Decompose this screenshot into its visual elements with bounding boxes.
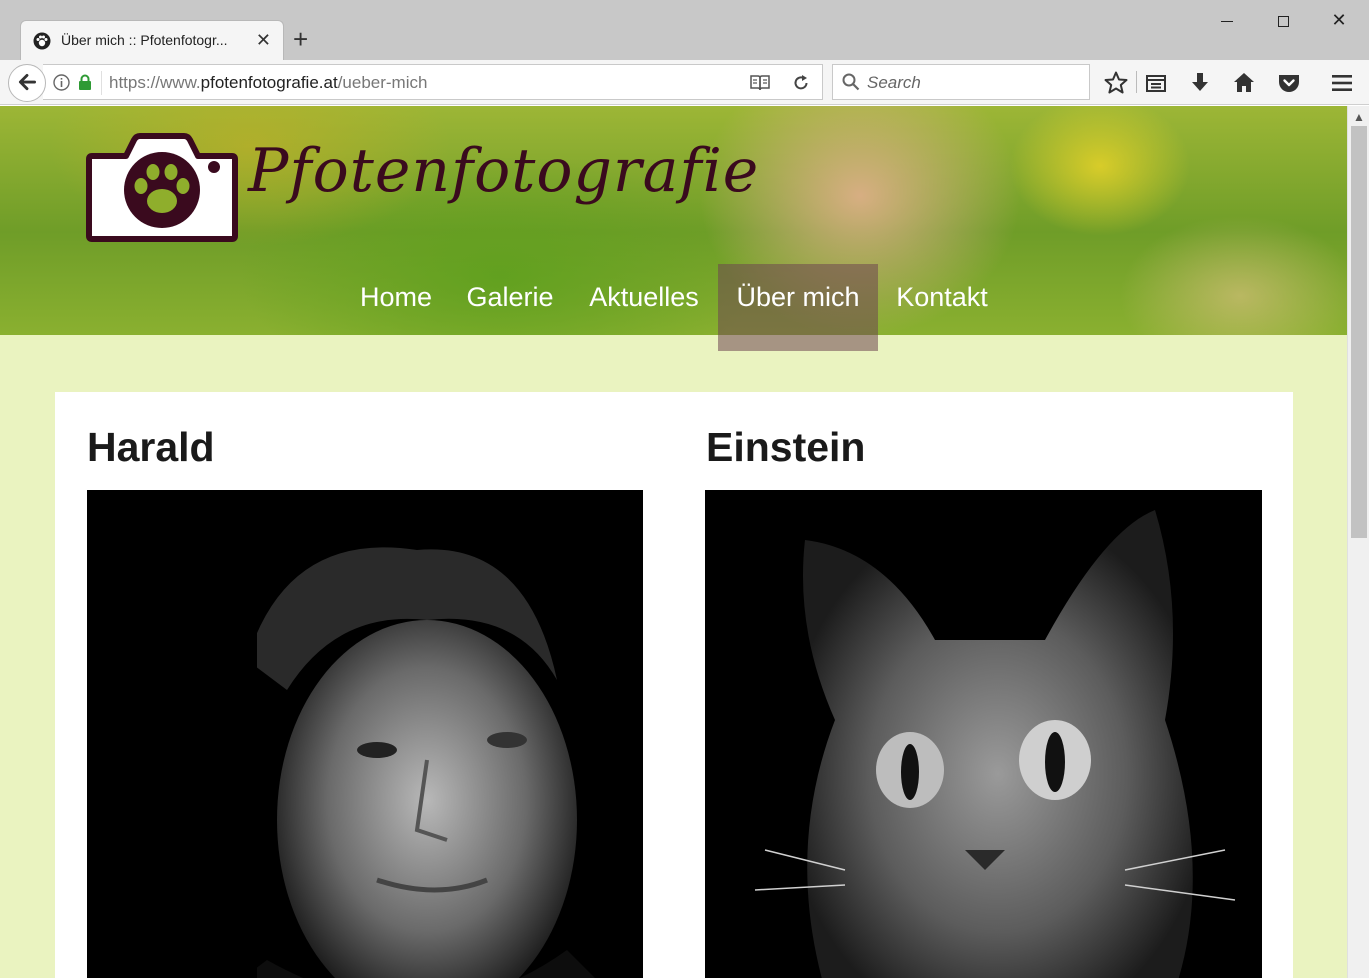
browser-titlebar: Über mich :: Pfotenfotogr... ✕ + ✕ xyxy=(0,0,1369,60)
tab-title: Über mich :: Pfotenfotogr... xyxy=(61,32,228,48)
search-bar[interactable]: Search xyxy=(832,64,1090,100)
camera-paw-logo-icon[interactable] xyxy=(86,130,238,242)
menu-icon[interactable] xyxy=(1329,70,1355,96)
browser-tab-active[interactable]: Über mich :: Pfotenfotogr... ✕ xyxy=(20,20,284,60)
close-tab-icon[interactable]: ✕ xyxy=(256,29,271,51)
nav-aktuelles[interactable]: Aktuelles xyxy=(570,264,718,351)
site-logo-text[interactable]: Pfotenfotografie xyxy=(248,136,759,206)
search-placeholder: Search xyxy=(867,73,921,92)
library-icon[interactable] xyxy=(1143,70,1169,96)
harald-portrait-photo xyxy=(87,490,643,978)
home-icon[interactable] xyxy=(1231,70,1257,96)
url-text[interactable]: https://www.pfotenfotografie.at/ueber-mi… xyxy=(109,73,427,93)
nav-home[interactable]: Home xyxy=(342,264,450,351)
page-viewport: Pfotenfotografie Home Galerie Aktuelles … xyxy=(0,106,1347,978)
nav-kontakt[interactable]: Kontakt xyxy=(878,264,1006,351)
back-button[interactable] xyxy=(8,64,46,102)
scrollbar-thumb[interactable] xyxy=(1351,126,1367,538)
new-tab-button[interactable]: + xyxy=(293,24,308,54)
download-icon[interactable] xyxy=(1187,70,1213,96)
einstein-heading: Einstein xyxy=(706,424,866,470)
maximize-window-button[interactable] xyxy=(1268,6,1298,34)
url-bar[interactable]: https://www.pfotenfotografie.at/ueber-mi… xyxy=(43,64,823,100)
harald-heading: Harald xyxy=(87,424,215,470)
minimize-window-button[interactable] xyxy=(1212,6,1242,34)
scroll-up-arrow-icon[interactable]: ▲ xyxy=(1353,110,1365,124)
pocket-icon[interactable] xyxy=(1276,70,1302,96)
paw-favicon-icon xyxy=(33,32,51,50)
info-icon[interactable] xyxy=(53,74,70,91)
einstein-cat-photo xyxy=(705,490,1262,978)
toolbar-separator xyxy=(1136,71,1137,93)
search-icon xyxy=(842,73,860,91)
url-prefix: https://www. xyxy=(109,73,201,92)
bookmark-star-icon[interactable] xyxy=(1103,70,1129,96)
nav-galerie[interactable]: Galerie xyxy=(450,264,570,351)
content-panel: Harald Einstein xyxy=(55,392,1293,978)
nav-ueber-mich[interactable]: Über mich xyxy=(718,264,878,351)
close-window-button[interactable]: ✕ xyxy=(1324,6,1354,34)
page-scrollbar[interactable]: ▲ xyxy=(1347,106,1369,978)
url-domain: pfotenfotografie.at xyxy=(200,73,338,92)
lock-icon[interactable] xyxy=(78,74,92,91)
url-separator xyxy=(101,71,102,95)
reload-icon[interactable] xyxy=(791,73,811,93)
url-path: /ueber-mich xyxy=(337,73,428,92)
reader-view-icon[interactable] xyxy=(749,73,771,93)
back-icon xyxy=(18,74,36,91)
